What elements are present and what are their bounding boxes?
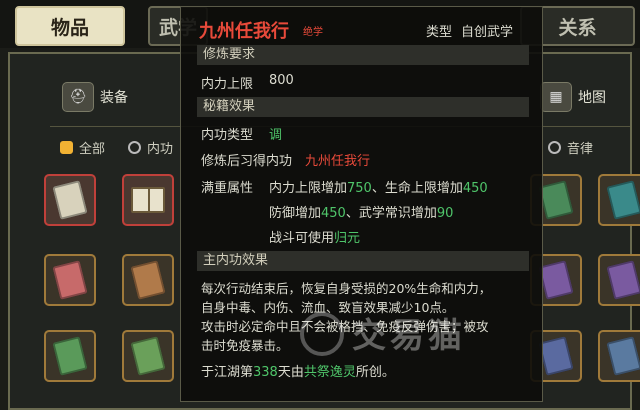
filter-music-radio [548, 141, 561, 154]
attr1-sep: 、生命上限增加 [371, 181, 463, 196]
item-slot[interactable] [44, 330, 96, 382]
brown-book-icon [130, 260, 166, 300]
attr1-prefix: 内力上限增加 [269, 181, 348, 196]
blue-book-icon [538, 336, 574, 376]
attr3-prefix: 战斗可使用 [269, 231, 335, 246]
created-suffix: 所创。 [355, 365, 395, 380]
map-icon: ▦ [540, 82, 572, 112]
filter-all[interactable]: 全部 [60, 138, 105, 157]
green-book-icon [52, 336, 88, 376]
open-book-icon [131, 187, 165, 213]
filter-all-label: 全部 [79, 142, 106, 157]
tooltip-type-value: 自创武学 [461, 25, 514, 40]
category-map-label: 地图 [578, 90, 606, 106]
category-map[interactable]: ▦ 地图 [540, 82, 606, 112]
created-mid: 天由 [277, 365, 304, 380]
attr2-sep: 、武学常识增加 [345, 206, 437, 221]
green-book-icon [130, 336, 166, 376]
item-slot[interactable] [122, 254, 174, 306]
internal-type-label: 内功类型 [201, 128, 254, 143]
watermark-logo-icon [300, 312, 344, 356]
attr2-value: 450 [321, 206, 346, 221]
tooltip-type-label: 类型 [426, 25, 453, 40]
item-slot[interactable] [44, 174, 96, 226]
created-line: 于江湖第338天由共祭逸灵所创。 [201, 361, 395, 380]
tooltip-title: 九州任我行 [199, 21, 289, 42]
main-effect-header: 主内功效果 [197, 251, 529, 271]
learn-label: 修炼后习得内功 [201, 154, 293, 169]
attr-line-1: 内力上限增加750、生命上限增加450 [269, 177, 488, 196]
red-book-icon [52, 260, 88, 300]
item-slot[interactable] [598, 174, 640, 226]
manual-effect-header: 秘籍效果 [197, 97, 529, 117]
filter-music-label: 音律 [567, 142, 594, 157]
green-book-icon [538, 180, 574, 220]
internal-type-value: 调 [269, 128, 283, 143]
item-slot[interactable] [122, 174, 174, 226]
category-equipment-label: 装备 [100, 90, 128, 106]
purple-book-icon [538, 260, 574, 300]
filter-internal-radio [128, 141, 141, 154]
internal-limit-label: 内力上限 [201, 77, 254, 92]
watermark-text: 交易猫 [352, 316, 466, 356]
item-slot[interactable] [598, 330, 640, 382]
attr2-value2: 90 [436, 206, 454, 221]
filter-internal[interactable]: 内功 [128, 138, 173, 157]
attr2-prefix: 防御增加 [269, 206, 322, 221]
created-prefix: 于江湖第 [201, 365, 254, 380]
teal-book-icon [606, 180, 640, 220]
created-day: 338 [253, 365, 278, 380]
purple-book-icon [606, 260, 640, 300]
item-slot[interactable] [598, 254, 640, 306]
attr1-value2: 450 [462, 181, 488, 196]
created-author: 共祭逸灵 [303, 365, 356, 380]
full-attr-label: 满重属性 [201, 181, 254, 196]
attr3-value: 归元 [334, 231, 361, 246]
blue-book-icon [606, 336, 640, 376]
internal-limit-value: 800 [269, 73, 294, 88]
category-equipment[interactable]: ⛑ 装备 [62, 82, 128, 112]
item-slot[interactable] [122, 330, 174, 382]
requirements-header: 修炼要求 [197, 45, 529, 65]
item-slot[interactable] [44, 254, 96, 306]
tooltip-badge: 绝学 [303, 27, 323, 38]
equipment-icon: ⛑ [62, 82, 94, 112]
attr-line-2: 防御增加450、武学常识增加90 [269, 202, 453, 221]
attr1-value: 750 [347, 181, 372, 196]
learn-value: 九州任我行 [305, 154, 371, 169]
tab-items[interactable]: 物品 [15, 6, 125, 46]
filter-internal-label: 内功 [147, 142, 174, 157]
desc-line-1: 每次行动结束后，恢复自身受损的20%生命和内力， [201, 281, 492, 296]
filter-all-radio [60, 141, 73, 154]
manual-book-icon [52, 180, 88, 220]
filter-music[interactable]: 音律 [548, 138, 593, 157]
attr-line-3: 战斗可使用归元 [269, 227, 360, 246]
